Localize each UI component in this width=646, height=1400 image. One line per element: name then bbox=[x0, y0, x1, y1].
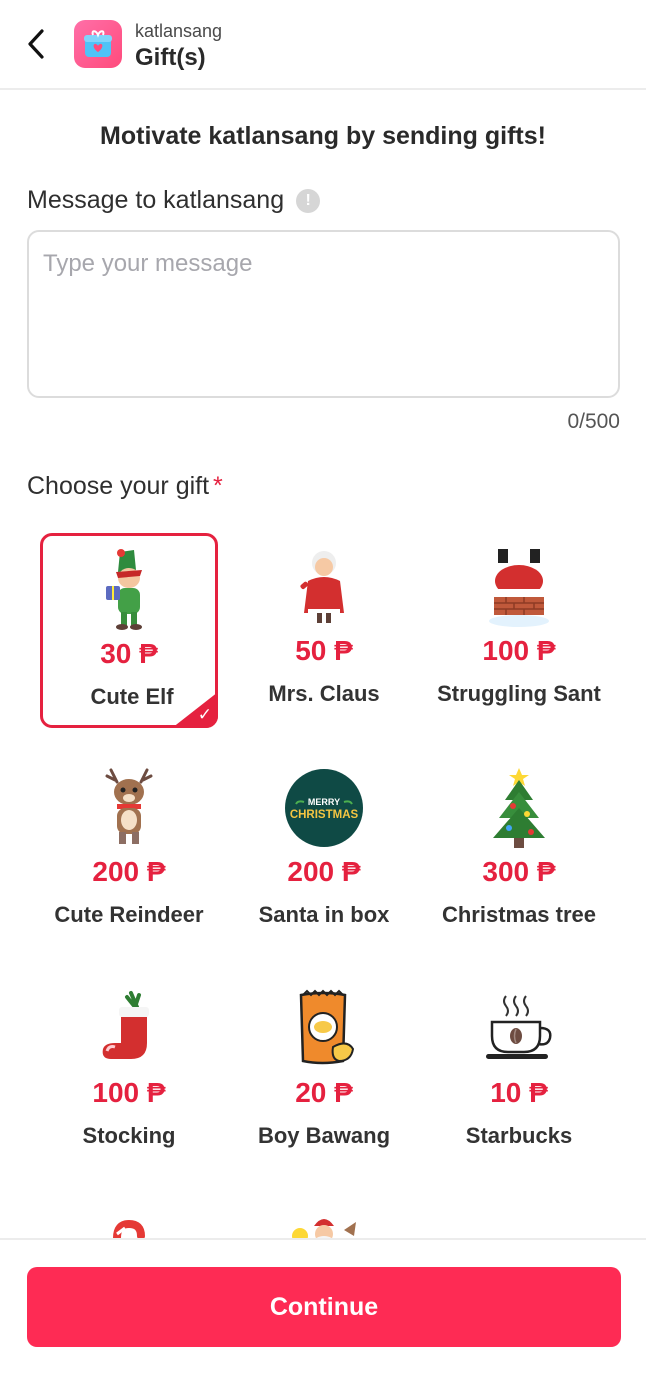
svg-text:CHRISTMAS: CHRISTMAS bbox=[290, 809, 359, 821]
gift-price: 50 ₱ bbox=[295, 635, 353, 666]
gift-card[interactable] bbox=[40, 1196, 218, 1238]
gift-card[interactable]: 200 ₱ Cute Reindeer bbox=[40, 754, 218, 949]
gift-price: 30 ₱ bbox=[100, 638, 158, 669]
message-label: Message to katlansang ! bbox=[27, 186, 321, 215]
reindeer-icon bbox=[87, 766, 171, 850]
gift-name: Christmas tree bbox=[441, 902, 597, 927]
gift-card[interactable]: 10 ₱ Starbucks bbox=[430, 975, 608, 1170]
candy-cane-icon bbox=[87, 1208, 171, 1238]
svg-text:MERRY: MERRY bbox=[308, 797, 340, 807]
gift-price: 300 ₱ bbox=[482, 856, 556, 887]
check-icon: ✓ bbox=[197, 705, 212, 724]
gift-name: Stocking bbox=[82, 1123, 176, 1148]
required-mark: * bbox=[213, 472, 223, 500]
character-counter: 0/500 bbox=[567, 410, 620, 433]
message-input[interactable] bbox=[27, 230, 620, 398]
top-bar: katlansang Gift(s) bbox=[0, 0, 646, 90]
chevron-left-icon bbox=[28, 29, 44, 59]
gift-card[interactable]: 20 ₱ Boy Bawang bbox=[235, 975, 413, 1170]
headline: Motivate katlansang by sending gifts! bbox=[100, 122, 546, 150]
gift-card[interactable]: MERRY CHRISTMAS 200 ₱ Santa in box bbox=[235, 754, 413, 949]
footer-bar: Continue bbox=[0, 1238, 646, 1400]
gift-name: Starbucks bbox=[465, 1123, 573, 1148]
santa-sleigh-icon bbox=[282, 1208, 366, 1238]
gift-app-icon bbox=[74, 20, 122, 68]
gift-card[interactable] bbox=[235, 1196, 413, 1238]
gift-price: 200 ₱ bbox=[92, 856, 166, 887]
choose-gift-label: Choose your gift * bbox=[27, 472, 223, 501]
christmas-tree-icon bbox=[477, 766, 561, 850]
creator-name: katlansang bbox=[135, 21, 223, 41]
gift-card[interactable]: 100 ₱ Stocking bbox=[40, 975, 218, 1170]
snack-bag-icon bbox=[282, 987, 366, 1071]
gift-price: 100 ₱ bbox=[92, 1077, 166, 1108]
gift-price: 100 ₱ bbox=[482, 635, 556, 666]
message-label-text: Message to katlansang bbox=[27, 186, 285, 214]
info-icon[interactable]: ! bbox=[296, 188, 321, 213]
gift-name: Mrs. Claus bbox=[268, 681, 380, 706]
gift-card[interactable]: 30 ₱ Cute Elf ✓ bbox=[40, 533, 218, 728]
merry-christmas-badge-icon: MERRY CHRISTMAS bbox=[282, 766, 366, 850]
coffee-cup-icon bbox=[477, 987, 561, 1071]
gift-name: Struggling Sant bbox=[437, 681, 601, 706]
continue-button[interactable]: Continue bbox=[27, 1267, 621, 1347]
gift-price: 10 ₱ bbox=[490, 1077, 548, 1108]
selected-check-badge: ✓ bbox=[172, 692, 218, 728]
gift-card[interactable]: 300 ₱ Christmas tree bbox=[430, 754, 608, 949]
gift-price: 200 ₱ bbox=[287, 856, 361, 887]
mrs-claus-icon bbox=[282, 545, 366, 629]
back-button[interactable] bbox=[18, 24, 54, 64]
gift-name: Santa in box bbox=[258, 902, 390, 927]
gift-price: 20 ₱ bbox=[295, 1077, 353, 1108]
page-title: Gift(s) bbox=[135, 44, 206, 71]
struggling-santa-icon bbox=[477, 545, 561, 629]
gift-name: Cute Reindeer bbox=[54, 902, 204, 927]
gift-card[interactable]: 100 ₱ Struggling Sant bbox=[430, 533, 608, 728]
gift-card[interactable]: 50 ₱ Mrs. Claus bbox=[235, 533, 413, 728]
gift-grid: 30 ₱ Cute Elf ✓ 50 ₱ Mrs. Claus 100 ₱ St… bbox=[32, 533, 616, 1238]
elf-icon bbox=[87, 548, 171, 632]
stocking-icon bbox=[87, 987, 171, 1071]
choose-gift-label-text: Choose your gift bbox=[27, 472, 210, 500]
gift-name: Boy Bawang bbox=[257, 1123, 391, 1148]
